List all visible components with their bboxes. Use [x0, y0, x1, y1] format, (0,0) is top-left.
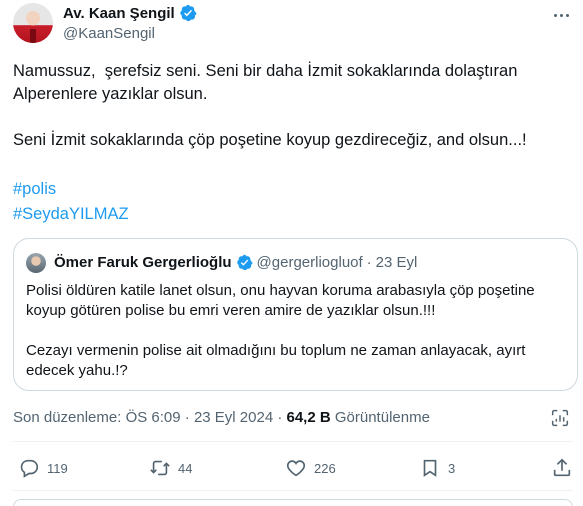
bookmark-button[interactable]: 3 — [419, 452, 455, 484]
dot-separator: · — [366, 254, 372, 271]
author-handle[interactable]: @KaanSengil — [63, 25, 155, 42]
reply-composer[interactable] — [13, 499, 573, 506]
bookmark-count: 3 — [448, 460, 456, 476]
like-count: 226 — [314, 460, 336, 476]
author-display-name[interactable]: Av. Kaan Şengil — [63, 5, 175, 22]
retweet-count: 44 — [178, 460, 193, 476]
author-name-row[interactable]: Av. Kaan Şengil — [63, 4, 197, 22]
quoted-author-name[interactable]: Ömer Faruk Gergerlioğlu — [54, 254, 232, 271]
analytics-icon[interactable] — [549, 407, 571, 429]
verified-badge-icon — [180, 4, 197, 22]
quoted-author-avatar[interactable] — [26, 253, 46, 273]
divider — [13, 441, 573, 442]
like-icon — [286, 460, 306, 477]
divider — [13, 490, 573, 491]
bookmark-icon — [423, 459, 437, 477]
quoted-tweet-header: Ömer Faruk Gergerlioğlu @gergerliogluof … — [54, 254, 417, 271]
reply-icon — [20, 459, 39, 478]
share-button[interactable] — [551, 452, 573, 484]
tweet-actions: 119 44 226 3 — [13, 452, 573, 484]
quoted-tweet-date[interactable]: 23 Eyl — [376, 254, 418, 271]
retweet-icon — [150, 460, 170, 476]
quoted-tweet[interactable]: Ömer Faruk Gergerlioğlu @gergerliogluof … — [13, 238, 578, 391]
more-icon[interactable] — [550, 4, 572, 26]
tweet-header: Av. Kaan Şengil @KaanSengil — [12, 0, 572, 48]
tweet-text: Namussuz, şerefsiz seni. Seni bir daha İ… — [13, 62, 527, 149]
tweet-meta: Son düzenleme: ÖS 6:09 · 23 Eyl 2024 · 6… — [13, 409, 430, 426]
quoted-tweet-text: Polisi öldüren katile lanet olsun, onu h… — [26, 282, 535, 379]
hashtag-link[interactable]: #polis — [13, 178, 56, 201]
views-label: Görüntülenme — [330, 409, 430, 426]
views-count: 64,2 B — [286, 409, 331, 426]
reply-button[interactable]: 119 — [18, 452, 68, 484]
reply-count: 119 — [47, 460, 68, 476]
like-button[interactable]: 226 — [285, 452, 336, 484]
edited-timestamp[interactable]: Son düzenleme: ÖS 6:09 · 23 Eyl 2024 · — [13, 409, 287, 426]
author-avatar[interactable] — [13, 3, 53, 43]
share-icon — [553, 458, 571, 477]
verified-badge-icon — [236, 254, 253, 271]
retweet-button[interactable]: 44 — [149, 452, 192, 484]
hashtag-link[interactable]: #SeydaYILMAZ — [13, 203, 129, 226]
quoted-author-handle[interactable]: @gergerliogluof — [257, 254, 363, 271]
